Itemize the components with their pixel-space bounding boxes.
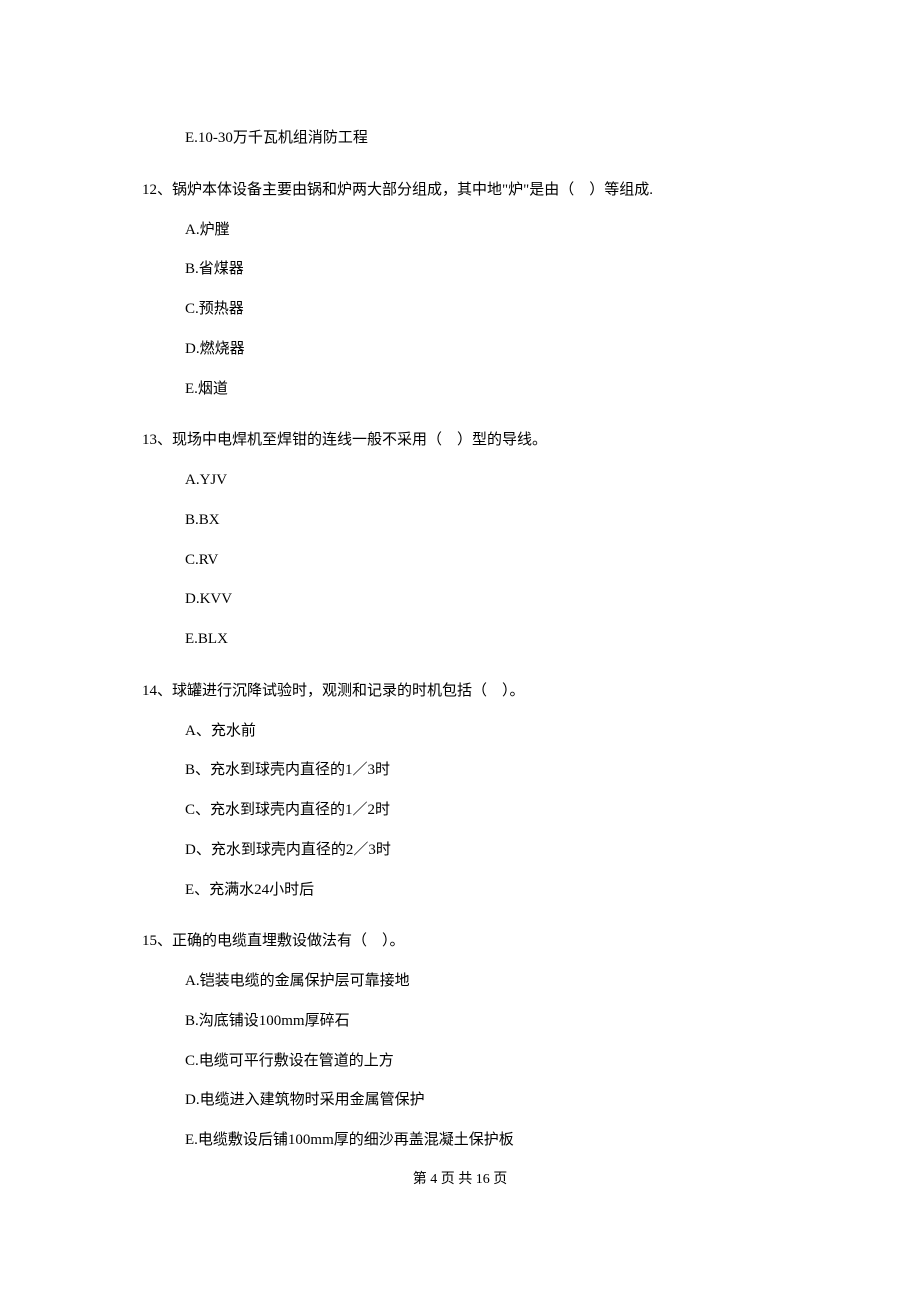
q15-option-d: D.电缆进入建筑物时采用金属管保护 xyxy=(185,1090,778,1112)
q12-option-a: A.炉膛 xyxy=(185,220,778,242)
q15-option-b: B.沟底铺设100mm厚碎石 xyxy=(185,1011,778,1033)
q12-option-d: D.燃烧器 xyxy=(185,339,778,361)
q12-option-b: B.省煤器 xyxy=(185,259,778,281)
q13-text: 13、现场中电焊机至焊钳的连线一般不采用（ ）型的导线。 xyxy=(142,430,778,452)
q13-option-d: D.KVV xyxy=(185,589,778,611)
q14-option-c: C、充水到球壳内直径的1／2时 xyxy=(185,800,778,822)
q12-option-e: E.烟道 xyxy=(185,379,778,401)
q15-text: 15、正确的电缆直埋敷设做法有（ ）。 xyxy=(142,931,778,953)
q13-option-a: A.YJV xyxy=(185,470,778,492)
q13-option-e: E.BLX xyxy=(185,629,778,651)
page-footer: 第 4 页 共 16 页 xyxy=(142,1170,778,1190)
q11-option-e: E.10-30万千瓦机组消防工程 xyxy=(185,128,778,150)
q13-option-c: C.RV xyxy=(185,550,778,572)
q15-option-e: E.电缆敷设后铺100mm厚的细沙再盖混凝土保护板 xyxy=(185,1130,778,1152)
q14-option-a: A、充水前 xyxy=(185,721,778,743)
q14-option-d: D、充水到球壳内直径的2／3时 xyxy=(185,840,778,862)
q14-text: 14、球罐进行沉降试验时，观测和记录的时机包括（ ）。 xyxy=(142,681,778,703)
q14-option-b: B、充水到球壳内直径的1／3时 xyxy=(185,760,778,782)
q14-option-e: E、充满水24小时后 xyxy=(185,880,778,902)
page: E.10-30万千瓦机组消防工程 12、锅炉本体设备主要由锅和炉两大部分组成，其… xyxy=(0,0,920,1230)
q15-option-a: A.铠装电缆的金属保护层可靠接地 xyxy=(185,971,778,993)
q12-option-c: C.预热器 xyxy=(185,299,778,321)
q13-option-b: B.BX xyxy=(185,510,778,532)
q15-option-c: C.电缆可平行敷设在管道的上方 xyxy=(185,1051,778,1073)
q12-text: 12、锅炉本体设备主要由锅和炉两大部分组成，其中地"炉"是由（ ）等组成. xyxy=(142,180,778,202)
